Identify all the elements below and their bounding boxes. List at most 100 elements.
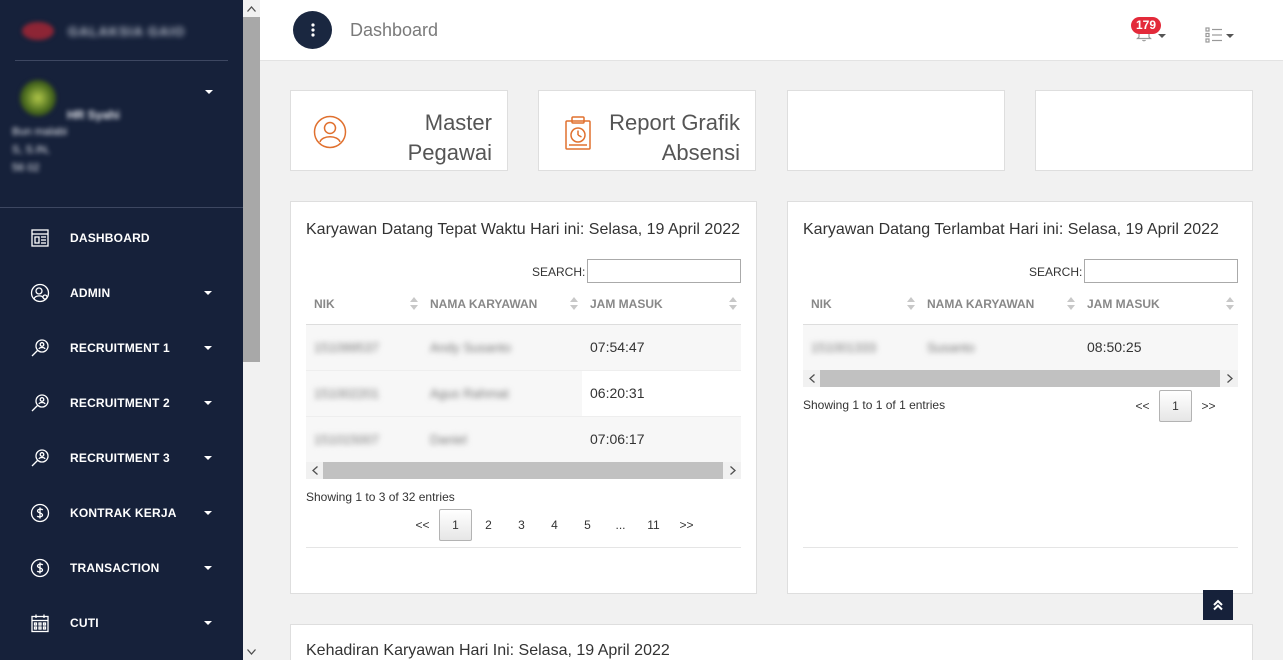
table-header-row: NIK NAMA KARYAWAN JAM MASUK (306, 284, 741, 325)
cell-nama: Andy Susanto (422, 324, 582, 371)
sidebar-item-cuti[interactable]: CUTI (0, 595, 243, 650)
sidebar-item-recruitment-3[interactable]: RECRUITMENT 3 (0, 430, 243, 485)
panel-attendance: Kehadiran Karyawan Hari Ini: Selasa, 19 … (290, 624, 1253, 660)
panel-ontime: Karyawan Datang Tepat Waktu Hari ini: Se… (290, 201, 757, 594)
profile-name: HR Syahi (67, 108, 120, 122)
sidebar-item-admin[interactable]: ADMIN (0, 265, 243, 320)
pagination-page-1[interactable]: 1 (1159, 390, 1192, 422)
cell-jam: 07:54:47 (582, 324, 741, 371)
scroll-to-top-button[interactable] (1203, 590, 1233, 620)
list-menu-icon[interactable] (1205, 27, 1223, 48)
sidebar-item-recruitment-1[interactable]: RECRUITMENT 1 (0, 320, 243, 375)
scroll-right-icon[interactable] (1221, 370, 1238, 387)
scrollbar-thumb[interactable] (243, 17, 260, 362)
pagination-page-3[interactable]: 3 (505, 509, 538, 541)
top-header: Dashboard 179 (260, 0, 1283, 61)
pagination-page-4[interactable]: 4 (538, 509, 571, 541)
sort-icon (1226, 297, 1234, 311)
table-horizontal-scrollbar[interactable] (803, 370, 1238, 387)
scroll-left-icon[interactable] (803, 370, 820, 387)
sort-icon (729, 297, 737, 311)
brand-name: GALAKSIA GAIO (68, 23, 186, 39)
card-label: Master Pegawai (407, 110, 492, 165)
pagination-ellipsis: ... (615, 518, 626, 532)
table-row[interactable]: 151002201 Agus Rahmat 06:20:31 (306, 370, 741, 417)
cell-nik: 151001333 (803, 324, 919, 371)
profile-line-2: S, S.IN, (12, 144, 50, 156)
brand-logo-icon (22, 22, 54, 40)
report-clock-icon (561, 115, 595, 150)
menu-toggle-button[interactable] (293, 11, 332, 49)
chevron-down-icon (204, 400, 212, 405)
sidebar-item-label: DASHBOARD (70, 230, 150, 245)
column-header-nama[interactable]: NAMA KARYAWAN (422, 284, 582, 325)
sidebar-item-kontrak-kerja[interactable]: KONTRAK KERJA (0, 485, 243, 540)
cell-jam: 07:06:17 (582, 416, 741, 463)
ontime-table: NIK NAMA KARYAWAN JAM MASUK 151099537 An… (306, 284, 741, 463)
card-report-grafik-absensi[interactable]: Report Grafik Absensi (538, 90, 756, 171)
brand[interactable]: GALAKSIA GAIO (22, 22, 185, 40)
user-gear-icon (30, 283, 50, 303)
sidebar-scrollbar[interactable] (243, 0, 260, 660)
table-horizontal-scrollbar[interactable] (306, 462, 741, 479)
pagination-prev[interactable]: << (406, 509, 439, 541)
profile-line-1: Bun malabi (12, 126, 68, 138)
chevron-down-icon (204, 510, 212, 515)
sort-icon (410, 297, 418, 311)
sidebar-item-transaction[interactable]: TRANSACTION (0, 540, 243, 595)
pagination-page-11[interactable]: 11 (637, 509, 670, 541)
scroll-up-icon[interactable] (243, 0, 260, 17)
dollar-icon (30, 503, 50, 523)
cell-nik: 151015007 (306, 416, 422, 463)
pagination-page-1[interactable]: 1 (439, 509, 472, 541)
pagination: << 1 2 3 4 5 ... 11 >> (406, 509, 703, 541)
table-row[interactable]: 151001333 Susanto 08:50:25 (803, 324, 1238, 371)
column-header-nik[interactable]: NIK (803, 284, 919, 325)
panel-divider (803, 547, 1238, 548)
cell-nama: Susanto (919, 324, 1079, 371)
table-row[interactable]: 151015007 Daniel 07:06:17 (306, 416, 741, 463)
pagination-page-2[interactable]: 2 (472, 509, 505, 541)
search-input[interactable] (587, 259, 741, 283)
sidebar: GALAKSIA GAIO HR Syahi Bun malabi S, S.I… (0, 0, 243, 660)
scroll-left-icon[interactable] (306, 462, 323, 479)
scrollbar-thumb[interactable] (323, 462, 723, 479)
pagination-page-5[interactable]: 5 (571, 509, 604, 541)
dashboard-icon (30, 228, 50, 248)
sidebar-item-label: TRANSACTION (70, 560, 160, 575)
chevron-down-icon (204, 290, 212, 295)
notification-badge[interactable]: 179 (1131, 17, 1162, 34)
column-header-jam-masuk[interactable]: JAM MASUK (1079, 284, 1238, 325)
card-empty-4[interactable] (1035, 90, 1253, 171)
scrollbar-thumb[interactable] (820, 370, 1220, 387)
panel-title: Karyawan Datang Tepat Waktu Hari ini: Se… (306, 221, 741, 238)
scroll-right-icon[interactable] (724, 462, 741, 479)
chevron-down-icon[interactable] (205, 90, 213, 94)
column-header-nik[interactable]: NIK (306, 284, 422, 325)
pagination-next[interactable]: >> (1192, 390, 1225, 422)
search-user-icon (30, 393, 50, 413)
sidebar-divider (0, 207, 243, 208)
cell-nik: 151002201 (306, 370, 422, 417)
column-header-jam-masuk[interactable]: JAM MASUK (582, 284, 741, 325)
panel-title: Kehadiran Karyawan Hari Ini: Selasa, 19 … (306, 642, 670, 659)
sidebar-item-recruitment-2[interactable]: RECRUITMENT 2 (0, 375, 243, 430)
cell-nama: Agus Rahmat (422, 370, 582, 417)
sidebar-item-dashboard[interactable]: DASHBOARD (0, 210, 243, 265)
sidebar-item-label: CUTI (70, 615, 99, 630)
scroll-down-icon[interactable] (243, 643, 260, 660)
pagination-next[interactable]: >> (670, 509, 703, 541)
sort-icon (570, 297, 578, 311)
pagination-prev[interactable]: << (1126, 390, 1159, 422)
card-empty-3[interactable] (787, 90, 1005, 171)
double-chevron-up-icon (1213, 599, 1223, 611)
table-row[interactable]: 151099537 Andy Susanto 07:54:47 (306, 324, 741, 371)
search-label: SEARCH: (532, 265, 586, 279)
cell-jam: 06:20:31 (582, 370, 741, 417)
card-master-pegawai[interactable]: Master Pegawai (290, 90, 508, 171)
panel-divider (306, 547, 741, 548)
column-header-nama[interactable]: NAMA KARYAWAN (919, 284, 1079, 325)
search-input[interactable] (1084, 259, 1238, 283)
chevron-down-icon[interactable] (1158, 34, 1166, 38)
chevron-down-icon[interactable] (1226, 34, 1234, 38)
